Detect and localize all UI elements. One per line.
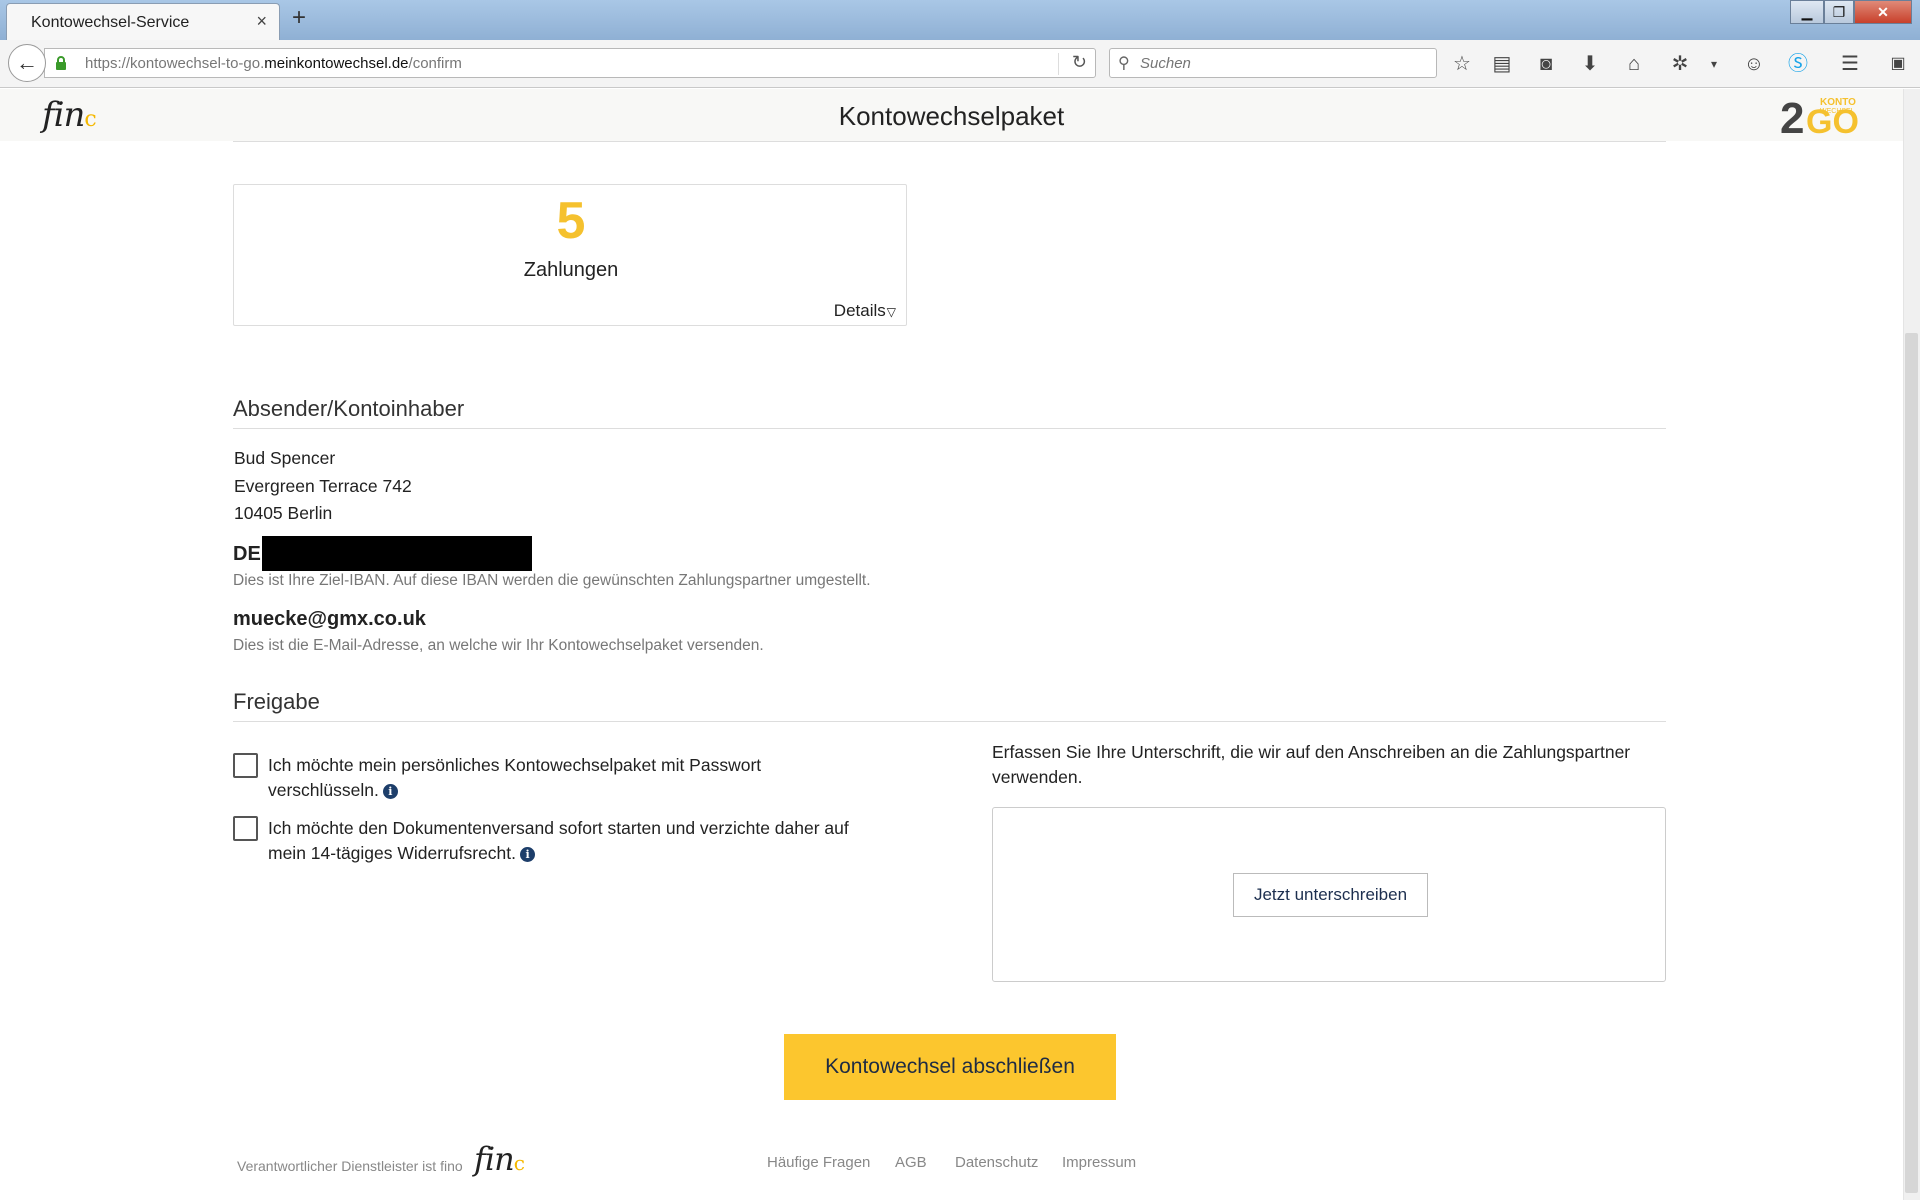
sign-now-button[interactable]: Jetzt unterschreiben: [1233, 873, 1428, 917]
footer-fino-logo[interactable]: finc: [474, 1140, 525, 1178]
new-tab-button[interactable]: +: [292, 4, 306, 32]
password-encryption-checkbox[interactable]: [233, 753, 258, 778]
release-section-divider: [233, 721, 1666, 722]
2go-logo-small2: WECHSEL: [1820, 108, 1855, 115]
signature-box: Jetzt unterschreiben: [992, 807, 1666, 982]
sender-section-divider: [233, 428, 1666, 429]
2go-logo-small: KONTO: [1820, 97, 1856, 108]
signature-intro: Erfassen Sie Ihre Unterschrift, die wir …: [992, 742, 1631, 787]
skype-icon[interactable]: Ⓢ: [1784, 50, 1812, 78]
back-button[interactable]: ←: [8, 44, 46, 82]
page: Kontowechsel-Service × + ▁ ❐ ✕ https://k…: [0, 0, 1920, 1200]
sender-street: Evergreen Terrace 742: [234, 476, 412, 496]
password-encryption-label: Ich möchte mein persönliches Kontowechse…: [268, 753, 868, 803]
browser-tab-bar: Kontowechsel-Service × + ▁ ❐ ✕: [0, 0, 1920, 40]
search-icon: ⚲: [1118, 55, 1130, 72]
home-icon[interactable]: ⌂: [1620, 50, 1648, 78]
search-bar[interactable]: ⚲: [1109, 48, 1437, 78]
lock-icon: [56, 56, 66, 70]
info-icon[interactable]: i: [382, 784, 398, 799]
menu-icon[interactable]: ☰: [1836, 50, 1864, 78]
tab-close-icon[interactable]: ×: [256, 11, 267, 32]
tab-title: Kontowechsel-Service: [31, 14, 190, 31]
sidebar-icon[interactable]: ▣: [1884, 50, 1912, 78]
sender-section-title: Absender/Kontoinhaber: [233, 396, 465, 421]
footer-link-imprint[interactable]: Impressum: [1062, 1154, 1136, 1171]
url-text: https://kontowechsel-to-go.meinkontowech…: [85, 55, 462, 72]
email-address: muecke@gmx.co.uk: [233, 608, 426, 630]
email-hint: Dies ist die E-Mail-Adresse, an welche w…: [233, 637, 764, 654]
smiley-icon[interactable]: ☺: [1740, 50, 1768, 78]
footer-link-privacy[interactable]: Datenschutz: [955, 1154, 1038, 1171]
page-title: Kontowechselpaket: [838, 101, 1065, 131]
password-encryption-line1: Ich möchte mein persönliches Kontowechse…: [268, 755, 762, 775]
extension-dropdown-icon[interactable]: ▾: [1700, 50, 1728, 78]
url-domain: meinkontowechsel.de: [264, 55, 409, 72]
konto-wechsel-2go-logo: 2 GO KONTO WECHSEL: [1780, 94, 1859, 137]
url-prefix: https://kontowechsel-to-go.: [85, 55, 265, 72]
complete-switch-button[interactable]: Kontowechsel abschließen: [784, 1034, 1116, 1100]
url-bar[interactable]: https://kontowechsel-to-go.meinkontowech…: [44, 48, 1096, 78]
payments-summary-card: 5 Zahlungen Details▽: [233, 184, 907, 326]
reading-list-icon[interactable]: ▤: [1488, 50, 1516, 78]
immediate-dispatch-line1: Ich möchte den Dokumentenversand sofort …: [268, 818, 849, 838]
footer-fino-logo-text: fin: [474, 1140, 515, 1178]
scrollbar-thumb[interactable]: [1905, 333, 1918, 1193]
iban-prefix: DE: [233, 543, 261, 565]
extension-bug-icon[interactable]: ✲: [1666, 50, 1694, 78]
footer-provider-text: Verantwortlicher Dienstleister ist fino: [237, 1158, 463, 1174]
password-encryption-line2: verschlüsseln.: [268, 780, 379, 800]
window-close-button[interactable]: ✕: [1854, 0, 1912, 24]
url-path: /confirm: [408, 55, 462, 72]
window-minimize-button[interactable]: ▁: [1790, 0, 1824, 24]
bookmark-star-icon[interactable]: ☆: [1448, 50, 1476, 78]
payments-label: Zahlungen: [523, 259, 619, 281]
footer-link-faq[interactable]: Häufige Fragen: [767, 1154, 870, 1171]
footer-fino-logo-accent: c: [513, 1151, 525, 1175]
chevron-down-icon: ▽: [886, 305, 896, 319]
info-icon[interactable]: i: [520, 847, 536, 862]
back-arrow-icon: ←: [16, 50, 38, 75]
download-icon[interactable]: ⬇: [1576, 50, 1604, 78]
iban-hint: Dies ist Ihre Ziel-IBAN. Auf diese IBAN …: [233, 572, 871, 589]
site-header: finc Kontowechselpaket 2 GO KONTO WECHSE…: [0, 89, 1903, 141]
details-label: Details: [833, 301, 886, 320]
sender-name: Bud Spencer: [234, 448, 336, 468]
immediate-dispatch-line2: mein 14-tägiges Widerrufsrecht.: [268, 843, 517, 863]
browser-nav-bar: https://kontowechsel-to-go.meinkontowech…: [0, 40, 1920, 88]
details-toggle[interactable]: Details▽: [834, 301, 896, 321]
reload-icon[interactable]: ↻: [1072, 52, 1087, 73]
search-input[interactable]: [1140, 53, 1430, 73]
payments-count: 5: [556, 192, 586, 250]
window-maximize-button[interactable]: ❐: [1824, 0, 1854, 24]
immediate-dispatch-line2-wrap: mein 14-tägiges Widerrufsrecht. i: [268, 841, 868, 866]
immediate-dispatch-label: Ich möchte den Dokumentenversand sofort …: [268, 816, 868, 866]
sender-city: 10405 Berlin: [234, 503, 333, 523]
header-divider: [233, 141, 1666, 142]
release-section-title: Freigabe: [233, 689, 320, 714]
iban-redaction-bar: [262, 536, 532, 571]
pocket-icon[interactable]: ◙: [1532, 50, 1560, 78]
browser-tab[interactable]: Kontowechsel-Service ×: [6, 3, 280, 40]
2go-logo-digit: 2: [1780, 94, 1804, 137]
url-separator: [1058, 53, 1059, 75]
immediate-dispatch-checkbox[interactable]: [233, 816, 258, 841]
password-encryption-line2-wrap: verschlüsseln. i: [268, 778, 868, 803]
footer-link-agb[interactable]: AGB: [895, 1154, 927, 1171]
